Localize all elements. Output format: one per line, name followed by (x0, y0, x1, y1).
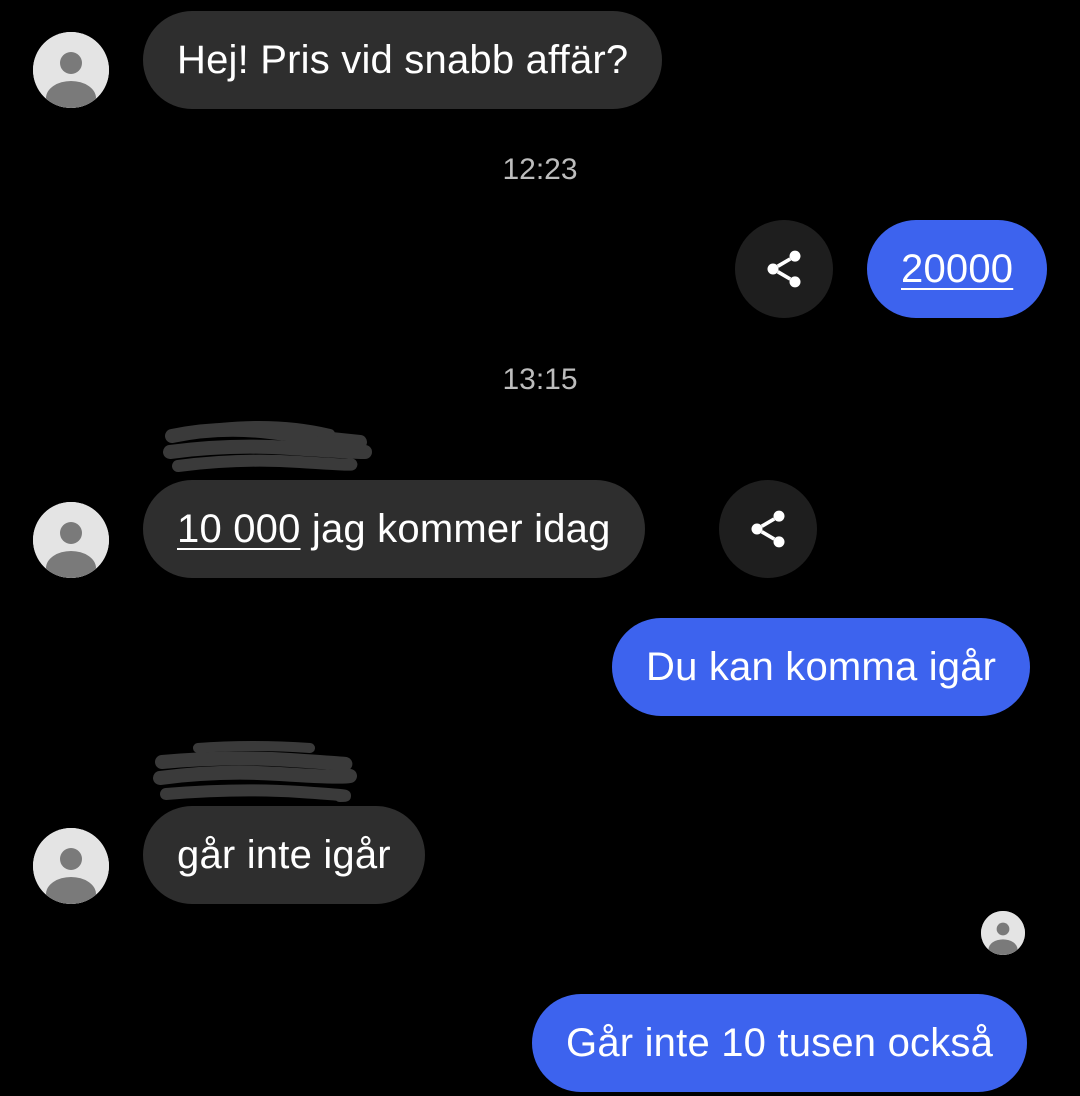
message-timestamp: 13:15 (502, 363, 578, 396)
sender-avatar[interactable] (33, 828, 109, 904)
message-text (301, 507, 312, 552)
incoming-message-bubble[interactable]: 10 000 jag kommer idag (143, 480, 645, 578)
message-text: jag kommer idag (311, 506, 611, 551)
message-text: Går inte 10 tusen också (566, 1020, 994, 1065)
redacted-sender-name (153, 741, 357, 802)
message-text: Du kan komma igår (646, 644, 997, 689)
outgoing-message-bubble[interactable]: 20000 (867, 220, 1048, 318)
person-icon (33, 828, 109, 904)
share-button[interactable] (719, 480, 817, 578)
person-icon (981, 911, 1025, 955)
read-receipt-avatar (981, 911, 1025, 955)
share-icon (767, 250, 801, 288)
incoming-message-bubble[interactable]: Hej! Pris vid snabb affär? (143, 11, 663, 109)
message-text: Hej! Pris vid snabb affär? (177, 37, 629, 82)
outgoing-message-bubble[interactable]: Du kan komma igår (612, 618, 1031, 716)
share-icon (751, 510, 785, 548)
sender-avatar[interactable] (33, 32, 109, 108)
message-text: går inte igår (177, 832, 391, 877)
person-icon (33, 502, 109, 578)
person-icon (33, 32, 109, 108)
message-timestamp: 12:23 (502, 153, 578, 186)
share-button[interactable] (735, 220, 833, 318)
outgoing-message-bubble[interactable]: Går inte 10 tusen också (532, 994, 1028, 1092)
number-link[interactable]: 10 000 (177, 507, 301, 552)
redacted-sender-name (163, 421, 372, 472)
sender-avatar[interactable] (33, 502, 109, 578)
number-link[interactable]: 20000 (901, 247, 1013, 292)
incoming-message-bubble[interactable]: går inte igår (143, 806, 425, 904)
